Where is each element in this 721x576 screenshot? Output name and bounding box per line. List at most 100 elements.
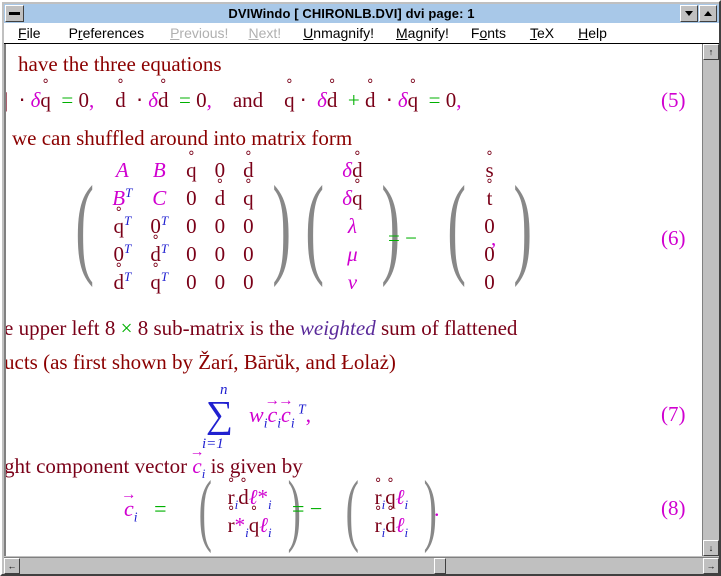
tex-content: have the three equations | ⋅ δq = 0, d ⋅… (6, 44, 702, 556)
menu-item-file[interactable]: File (18, 25, 41, 41)
scroll-down-button[interactable]: ↓ (703, 540, 719, 556)
matrix-cell: 0 (186, 214, 197, 238)
minimize-button[interactable] (680, 5, 698, 22)
equation-7-number: (7) (661, 402, 686, 426)
menu-item-unmagnify[interactable]: Unmagnify! (303, 25, 374, 41)
vector-cell: 0 (484, 242, 495, 266)
left-paren-icon: ( (345, 466, 359, 554)
paragraph-line-2: we can shuffled around into matrix form (12, 126, 353, 150)
equation-8-matrix-1: ( ridℓ*i r*iqℓi ) (192, 466, 307, 554)
matrix-cell: 0 (214, 242, 226, 266)
system-menu-button[interactable] (5, 5, 24, 22)
matrix-cell: C (152, 186, 167, 210)
triangle-down-icon (685, 11, 693, 16)
window-title: DVIWindo [ CHIRONLB.DVI] dvi page: 1 (228, 6, 475, 21)
vertical-scrollbar[interactable]: ↑ ↓ (702, 44, 719, 556)
triangle-up-icon (704, 11, 712, 16)
equation-8-lhs: ci = (124, 496, 166, 525)
title-bar: DVIWindo [ CHIRONLB.DVI] dvi page: 1 (4, 4, 719, 23)
sum-lower-limit: i=1 (202, 436, 224, 452)
matrix-cell: 0 (243, 242, 254, 266)
arrow-right-icon: → (706, 560, 716, 571)
client-area: have the three equations | ⋅ δq = 0, d ⋅… (4, 44, 719, 574)
window-buttons (679, 5, 717, 22)
right-paren-icon: ) (513, 163, 532, 288)
dvi-page-view[interactable]: have the three equations | ⋅ δq = 0, d ⋅… (4, 44, 702, 556)
matrix-cell: 0 (214, 214, 226, 238)
matrix-cell: 0 (243, 214, 254, 238)
scroll-right-button[interactable]: → (703, 558, 719, 574)
equation-6-trailing-comma: , (491, 226, 497, 250)
equation-8-matrix-2: ( riqℓi ridℓi ) (339, 466, 444, 554)
equation-5: | ⋅ δq = 0, d ⋅ δd = 0, and q ⋅ δd + d ⋅… (6, 88, 461, 113)
matrix-cell: dT (141, 240, 177, 268)
vertical-scrollbar-trough[interactable] (703, 60, 719, 540)
matrix-cell: 0 (214, 270, 226, 294)
maximize-button[interactable] (699, 5, 717, 22)
scroll-up-button[interactable]: ↑ (703, 44, 719, 60)
paragraph-line-3: e upper left 8 × 8 sub-matrix is the wei… (4, 316, 518, 341)
paragraph-line-4: ucts (as first shown by Žarí, Bārŭk, an… (4, 350, 396, 374)
matrix-cell: 0 (186, 186, 197, 210)
vector-cell: δd (333, 156, 371, 184)
matrix-cell: B (152, 158, 166, 182)
dviwindo-window: DVIWindo [ CHIRONLB.DVI] dvi page: 1 Fil… (0, 0, 721, 576)
vector-cell: λ (347, 214, 357, 238)
menu-item-magnify[interactable]: Magnify! (396, 25, 449, 41)
times-sign: × (120, 316, 133, 340)
paragraph-line-1: have the three equations (18, 52, 222, 76)
equation-5-number: (5) (661, 88, 686, 112)
equation-6-number: (6) (661, 226, 686, 250)
matrix-cell: ridℓi (366, 511, 418, 539)
matrix-cell: 0T (113, 241, 132, 266)
equation-8-trailing-period: . (434, 496, 440, 521)
summation-sigma-icon: ∑ (206, 394, 234, 436)
equation-6-vector-b: ( s t 0 0 0 ) (438, 156, 541, 296)
left-paren-icon: ( (447, 163, 466, 288)
matrix-cell: d (206, 184, 235, 212)
arrow-down-icon: ↓ (708, 542, 714, 553)
menu-item-tex[interactable]: TeX (530, 25, 554, 41)
horizontal-scrollbar[interactable]: ← → (4, 557, 719, 574)
menu-item-preferences[interactable]: Preferences (69, 25, 145, 41)
scroll-left-button[interactable]: ← (4, 558, 20, 574)
eq8-c-sub: i (133, 509, 138, 525)
menu-item-fonts[interactable]: Fonts (471, 25, 506, 41)
vector-cell: ν (347, 270, 358, 294)
right-paren-icon: ) (271, 163, 291, 288)
matrix-cell: q (177, 156, 206, 184)
left-paren-icon: ( (75, 163, 94, 288)
left-paren-icon: ( (305, 163, 324, 288)
line5-pre: ght component vector (4, 454, 193, 478)
line3-post: sum of flattened (375, 316, 518, 340)
arrow-up-icon: ↑ (708, 46, 714, 57)
vector-cell: μ (347, 242, 358, 266)
menu-item-previous: Previous! (170, 25, 229, 41)
matrix-cell: q (234, 184, 263, 212)
arrow-left-icon: ← (7, 560, 17, 571)
matrix-cell: r*iqℓi (219, 511, 281, 539)
minimize-bar-icon (9, 12, 20, 15)
menu-bar: File Preferences Previous! Next! Unmagni… (4, 23, 719, 44)
matrix-cell: dT (103, 268, 141, 296)
matrix-cell: BT (112, 185, 133, 210)
matrix-cell: qT (103, 212, 141, 240)
equation-8-number: (8) (661, 496, 686, 520)
left-paren-icon: ( (198, 466, 212, 554)
matrix-cell: 0 (186, 270, 197, 294)
vector-cell: 0 (484, 214, 495, 238)
equation-6-matrix-a: ( A B q 0 d BT C 0 d q qT 0T 0 (66, 156, 300, 296)
eq8-c: c (124, 496, 134, 522)
matrix-cell: 0 (186, 242, 197, 266)
line3-pre: e upper left 8 (4, 316, 121, 340)
equation-7-summand: wicici T, (249, 402, 311, 430)
equation-8-relation: = − (292, 496, 323, 521)
vector-cell: δq (333, 184, 371, 212)
menu-item-help[interactable]: Help (578, 25, 607, 41)
horizontal-scrollbar-thumb[interactable] (434, 558, 446, 574)
matrix-cell: 0 (243, 270, 254, 294)
equation-7-lower-limit: i=1 (202, 436, 224, 453)
equation-6-relation: = − (388, 226, 417, 250)
vector-cell: 0 (484, 270, 495, 294)
matrix-cell: A (115, 158, 129, 182)
